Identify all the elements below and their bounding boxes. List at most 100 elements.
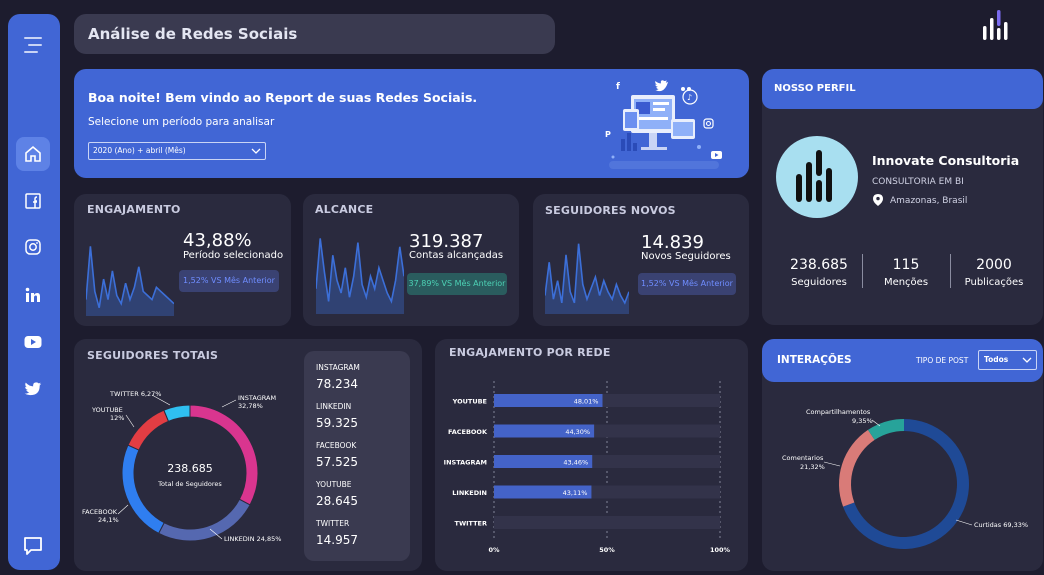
kpi-value: 14.839 [641, 232, 704, 253]
donut-slice-twitter [163, 404, 191, 422]
svg-text:P: P [605, 130, 611, 139]
list-item: FACEBOOK 57.525 [316, 441, 358, 469]
profile-section-title: NOSSO PERFIL [774, 83, 856, 94]
slice-value: 12% [110, 414, 124, 422]
bar-track [494, 516, 720, 529]
chevron-down-icon [1022, 357, 1032, 363]
home-icon[interactable] [16, 137, 50, 171]
kpi-comparison-badge: 1,52% VS Mês Anterior [638, 273, 736, 295]
kpi-sparkline-alcance [316, 238, 404, 314]
donut-slice-instagram [189, 404, 259, 506]
slice-label: FACEBOOK [82, 508, 118, 516]
slice-label: Compartilhamentos [806, 408, 871, 416]
engagement-by-network-card: ENGAJAMENTO POR REDE YOUTUBE 48,01% FACEBO… [435, 339, 748, 571]
bar-category-label: YOUTUBE [452, 398, 487, 406]
divider [862, 254, 863, 288]
leader-line [955, 519, 973, 526]
facebook-icon[interactable] [16, 184, 50, 218]
bar-value-label: 48,01% [574, 398, 599, 406]
chat-icon[interactable] [16, 529, 50, 563]
bar-value-label: 43,46% [563, 459, 588, 467]
sparkline-area [316, 238, 404, 314]
x-tick-label: 50% [599, 546, 615, 554]
kpi-comparison-badge: 1,52% VS Mês Anterior [179, 270, 279, 292]
chevron-down-icon [251, 148, 261, 154]
kpi-card-seguidores-novos: SEGUIDORES NOVOS 14.839 Novos Seguidores… [533, 194, 749, 326]
post-type-select[interactable]: Todos [978, 350, 1037, 370]
linkedin-icon[interactable] [16, 278, 50, 312]
donut-slice-youtube [127, 409, 170, 451]
donut-slice-compartilhamentos [867, 419, 904, 440]
svg-text:f: f [616, 82, 620, 92]
kpi-comparison-badge: 37,89% VS Mês Anterior [407, 273, 507, 295]
list-item: TWITTER 14.957 [316, 519, 358, 547]
engagement-by-network-title: ENGAJAMENTO POR REDE [449, 346, 611, 359]
bar-category-label: TWITTER [455, 520, 487, 528]
interactions-donut-chart: Curtidas 69,33% Comentarios21,32% Comparti… [782, 408, 1028, 549]
kpi-caption: Contas alcançadas [409, 250, 504, 261]
bar-category-label: INSTAGRAM [444, 459, 487, 467]
kpi-sparkline-engajamento [86, 246, 174, 316]
slice-label: LINKEDIN 24,85% [224, 535, 281, 543]
slice-label: Curtidas 69,33% [974, 521, 1028, 529]
x-tick-label: 0% [488, 546, 500, 554]
followers-card: SEGUIDORES TOTAIS 238.685 Total de Seguid… [74, 339, 422, 571]
kpi-sparkline-seguidores [545, 243, 629, 314]
bar-value-label: 43,11% [563, 489, 588, 497]
instagram-icon[interactable] [16, 230, 50, 264]
welcome-greeting: Boa noite! Bem vindo ao Report de suas R… [88, 90, 478, 105]
x-tick-label: 100% [710, 546, 731, 554]
profile-name: Innovate Consultoria [872, 153, 1020, 168]
menu-icon[interactable] [16, 28, 50, 62]
followers-title: SEGUIDORES TOTAIS [87, 349, 219, 362]
list-item: INSTAGRAM 78.234 [316, 363, 360, 391]
donut-center-label: Total de Seguidores [157, 480, 222, 488]
location-pin-icon [873, 194, 883, 206]
sidebar [8, 14, 60, 570]
slice-value: 9,35% [852, 417, 873, 425]
slice-value: 21,32% [800, 463, 825, 471]
slice-value: 24,1% [98, 516, 119, 524]
leader-line [117, 504, 129, 515]
profile-stat-followers: 238.685 Seguidores [790, 257, 848, 288]
kpi-title: ENGAJAMENTO [87, 203, 181, 216]
kpi-caption: Período selecionado [183, 250, 284, 261]
twitter-icon[interactable] [16, 372, 50, 406]
profile-header: NOSSO PERFIL [762, 69, 1043, 109]
leader-line [823, 461, 841, 467]
bar-value-label: 44,30% [565, 428, 590, 436]
interactions-title: INTERAÇÕES [777, 354, 852, 366]
brand-logo-icon [796, 150, 832, 202]
bar-category-label: FACEBOOK [448, 428, 488, 436]
leader-line [125, 414, 135, 428]
kpi-value: 43,88% [183, 230, 252, 251]
donut-slice-comentarios [839, 429, 875, 507]
post-type-label: TIPO DE POST [916, 356, 969, 365]
youtube-icon[interactable] [16, 325, 50, 359]
profile-location: Amazonas, Brasil [890, 196, 968, 206]
page-title-bar: Análise de Redes Sociais [74, 14, 555, 54]
kpi-card-engajamento: ENGAJAMENTO 43,88% Período selecionado 1… [74, 194, 291, 326]
profile-avatar [776, 136, 858, 218]
welcome-banner: Boa noite! Bem vindo ao Report de suas R… [74, 69, 749, 178]
period-select-value: 2020 (Ano) + abril (Mês) [93, 146, 186, 155]
kpi-title: SEGUIDORES NOVOS [545, 204, 676, 217]
engagement-bar-chart: YOUTUBE 48,01% FACEBOOK 44,30% INSTAGRAM 43,4… [444, 381, 731, 554]
donut-slice-facebook [121, 444, 165, 535]
slice-label: YOUTUBE [91, 406, 123, 414]
kpi-value: 319.387 [409, 231, 484, 252]
period-select[interactable]: 2020 (Ano) + abril (Mês) [88, 142, 266, 160]
profile-stat-mentions: 115 Menções [883, 257, 929, 288]
slice-label: Comentarios [782, 454, 824, 462]
kpi-card-alcance: ALCANCE 319.387 Contas alcançadas 37,89%… [303, 194, 519, 326]
followers-donut-chart: 238.685 Total de Seguidores INSTAGRAM32,78… [82, 390, 281, 543]
divider [950, 254, 951, 288]
slice-label: TWITTER 6,27% [109, 390, 161, 398]
kpi-caption: Novos Seguidores [641, 251, 731, 262]
kpi-title: ALCANCE [315, 203, 374, 216]
slice-label: INSTAGRAM [238, 394, 276, 402]
page-title: Análise de Redes Sociais [88, 25, 298, 43]
followers-list: INSTAGRAM 78.234 LINKEDIN 59.325 FACEBOOK 5… [304, 351, 410, 561]
slice-value: 32,78% [238, 402, 263, 410]
brand-logo-icon [980, 8, 1012, 42]
